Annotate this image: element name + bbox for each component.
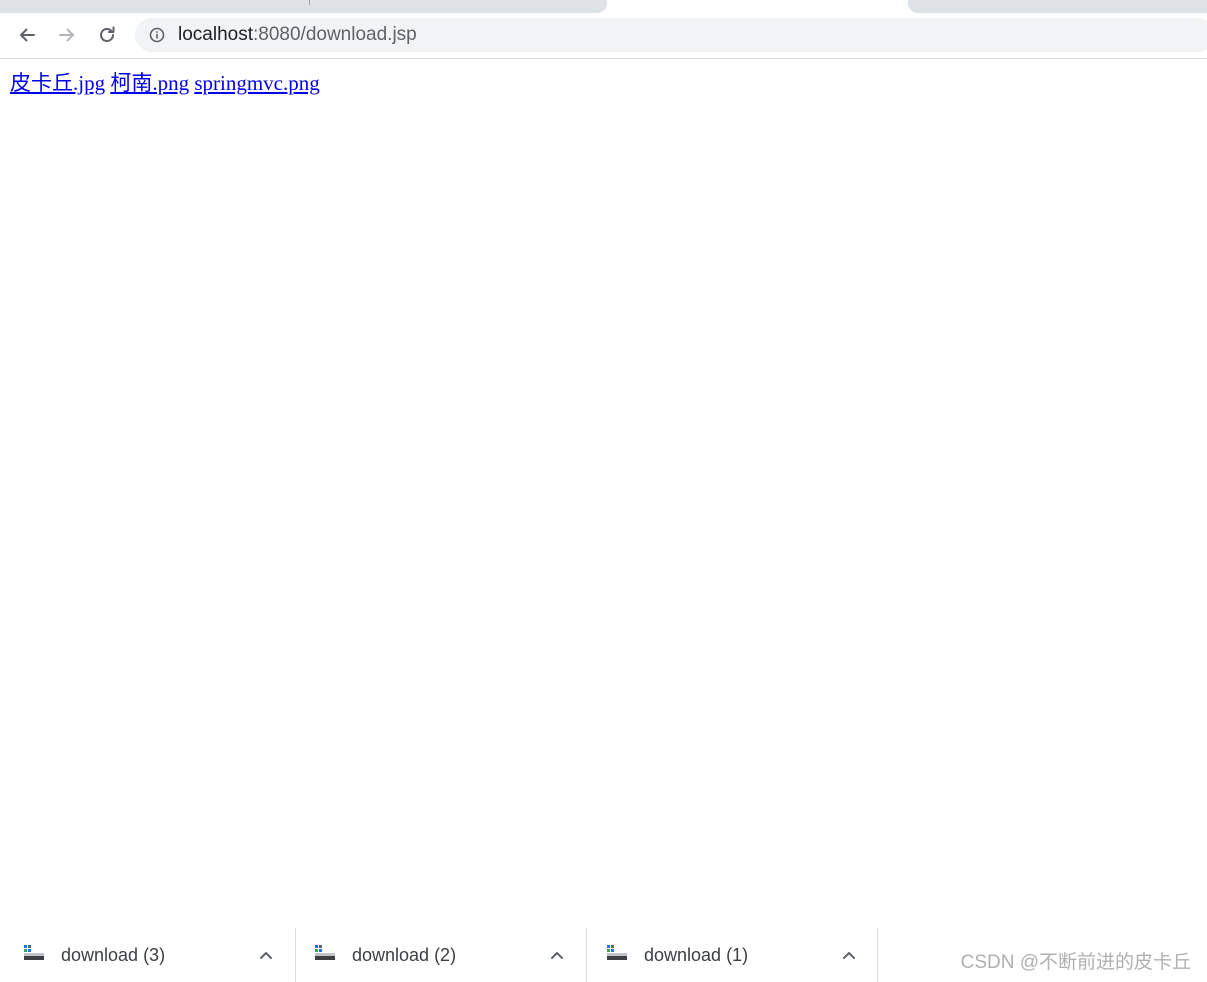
- arrow-left-icon: [20, 28, 35, 42]
- chevron-up-icon[interactable]: [258, 947, 274, 963]
- shelf-divider: [877, 928, 878, 982]
- tab-inactive-right[interactable]: [908, 0, 1207, 13]
- download-link-pikachu[interactable]: 皮卡丘.jpg: [10, 71, 105, 95]
- download-link-conan[interactable]: 柯南.png: [110, 71, 189, 95]
- reload-icon: [100, 26, 115, 42]
- watermark: CSDN @不断前进的皮卡丘: [960, 952, 1191, 973]
- info-circle-icon[interactable]: [149, 27, 165, 43]
- browser-toolbar: localhost:8080/download.jsp: [0, 14, 1207, 59]
- url-text[interactable]: localhost:8080/download.jsp: [178, 25, 417, 45]
- browser-window: localhost:8080/download.jsp 皮卡丘.jpg 柯南.p…: [0, 0, 1207, 982]
- chevron-up-icon[interactable]: [549, 947, 565, 963]
- file-icon: [315, 945, 335, 960]
- arrow-right-icon: [59, 28, 74, 42]
- tab-strip: [0, 0, 1207, 14]
- file-icon: [24, 945, 44, 960]
- reload-button[interactable]: [92, 20, 122, 50]
- download-link-springmvc[interactable]: springmvc.png: [194, 71, 319, 95]
- tab-separator: [309, 0, 310, 5]
- back-button[interactable]: [12, 20, 42, 50]
- download-filename: download (1): [644, 945, 749, 965]
- file-icon: [607, 945, 627, 960]
- download-filename: download (3): [61, 945, 166, 965]
- tab-inactive-left[interactable]: [0, 0, 607, 13]
- url-host: localhost: [178, 24, 253, 45]
- download-item-1[interactable]: download (1): [583, 928, 874, 982]
- download-item-3[interactable]: download (3): [0, 928, 291, 982]
- address-bar[interactable]: localhost:8080/download.jsp: [135, 18, 1207, 52]
- download-filename: download (2): [352, 945, 457, 965]
- page-content: 皮卡丘.jpg 柯南.png springmvc.png: [10, 71, 320, 95]
- forward-button[interactable]: [52, 20, 82, 50]
- chevron-up-icon[interactable]: [841, 947, 857, 963]
- url-path: :8080/download.jsp: [253, 24, 417, 45]
- download-item-2[interactable]: download (2): [291, 928, 582, 982]
